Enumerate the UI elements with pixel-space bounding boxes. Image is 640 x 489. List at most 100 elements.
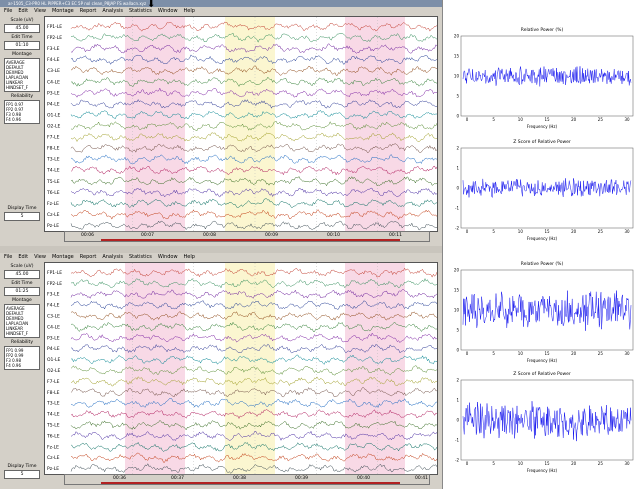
eeg-trace-plot[interactable]: FP1-LE FP2-LE F3-LE F4-LE C3-LE C4-LE P3-LE P4-… (44, 262, 438, 475)
display-time-field[interactable]: 5 (4, 212, 40, 221)
channel-label: F7-LE (47, 379, 60, 385)
menu-edit[interactable]: Edit (18, 8, 28, 14)
y-tick-label: -2 (455, 226, 459, 231)
display-time-label: Display Time (7, 206, 37, 211)
selection-marker (101, 239, 400, 241)
y-tick-label: 0 (456, 418, 459, 423)
x-tick-label: 15 (544, 351, 550, 356)
channel-label: C3-LE (47, 314, 60, 320)
channel-label: P3-LE (47, 335, 60, 341)
channel-label: T5-LE (46, 179, 60, 185)
menu-bar: File Edit View Montage Report Analysis S… (0, 253, 442, 261)
spectrum-xlabel: Frequency (Hz) (526, 468, 558, 473)
time-tick: 00:06 (81, 233, 94, 238)
montage-list[interactable]: AVERAGE DEFAULT DEXMED LAPLACIAN LINKEAR… (4, 58, 40, 92)
time-tick: 00:08 (203, 233, 216, 238)
x-tick-label: 5 (492, 461, 495, 466)
x-tick-label: 30 (624, 229, 630, 234)
x-tick-label: 20 (571, 461, 577, 466)
channel-label: P3-LE (47, 90, 60, 96)
control-panel: Scale (uV) 45.00 Edit Time 01:25 Montage… (0, 262, 44, 489)
scale-field[interactable]: 45.00 (4, 24, 40, 33)
y-tick-label: -1 (455, 206, 459, 211)
reliability-label: Reliability (11, 94, 33, 99)
time-tick: 00:10 (327, 233, 340, 238)
spectrum-xlabel: Frequency (Hz) (526, 124, 558, 129)
y-tick-label: 5 (456, 328, 459, 333)
channel-label: T6-LE (46, 433, 60, 439)
reliability-list[interactable]: FP1 0.97 FP2 0.97 F3 0.98 F4 0.96 (4, 100, 40, 124)
montage-label: Montage (12, 52, 32, 57)
x-tick-label: 10 (518, 461, 524, 466)
channel-label: C4-LE (47, 324, 60, 330)
x-tick-label: 25 (598, 117, 604, 122)
window-title-bar[interactable] (0, 246, 442, 253)
menu-view[interactable]: View (34, 8, 46, 14)
event-highlight (225, 17, 275, 231)
menu-file[interactable]: File (4, 8, 12, 14)
event-highlight (125, 17, 185, 231)
menu-analysis[interactable]: Analysis (102, 254, 123, 260)
y-tick-label: 5 (456, 94, 459, 99)
channel-label: T3-LE (46, 157, 60, 163)
channel-label: O2-LE (47, 368, 61, 374)
menu-montage[interactable]: Montage (52, 254, 74, 260)
time-tick: 00:41 (415, 476, 428, 481)
channel-label: FP2-LE (47, 35, 62, 41)
menu-report[interactable]: Report (80, 254, 97, 260)
menu-window[interactable]: Window (158, 8, 178, 14)
menu-montage[interactable]: Montage (52, 8, 74, 14)
reliability-list[interactable]: FP1 0.99 FP2 0.99 F3 0.98 F4 0.96 (4, 346, 40, 370)
montage-item[interactable]: HINDSET_F (6, 85, 38, 90)
time-scrollbar[interactable]: 00:06 00:07 00:08 00:09 00:10 00:11 (64, 231, 430, 242)
channel-label: Pz-LE (47, 466, 59, 472)
menu-help[interactable]: Help (184, 254, 195, 260)
x-tick-label: 10 (518, 229, 524, 234)
x-tick-label: 25 (598, 351, 604, 356)
channel-label: T3-LE (46, 401, 60, 407)
y-tick-label: 10 (454, 308, 460, 313)
menu-analysis[interactable]: Analysis (102, 8, 123, 14)
scale-field[interactable]: 45.00 (4, 270, 40, 279)
x-tick-label: 30 (624, 351, 630, 356)
spectrum-xlabel: Frequency (Hz) (526, 236, 558, 241)
x-tick-label: 25 (598, 461, 604, 466)
display-time-field[interactable]: 5 (4, 470, 40, 479)
x-tick-label: 15 (544, 461, 550, 466)
menu-help[interactable]: Help (184, 8, 195, 14)
x-tick-label: 20 (571, 117, 577, 122)
edit-time-field[interactable]: 01:10 (4, 41, 40, 50)
channel-label: FP1-LE (47, 24, 62, 30)
event-highlight (345, 17, 405, 231)
menu-edit[interactable]: Edit (18, 254, 28, 260)
montage-list[interactable]: AVERAGE DEFAULT DEXMED LAPLACIAN LINKEAR… (4, 304, 40, 338)
time-scrollbar[interactable]: 00:36 00:37 00:38 00:39 00:40 00:41 (64, 474, 430, 485)
menu-file[interactable]: File (4, 254, 12, 260)
time-tick: 00:39 (295, 476, 308, 481)
y-tick-label: -2 (455, 458, 459, 463)
x-tick-label: 0 (466, 229, 469, 234)
montage-item[interactable]: HINDSET_F (6, 331, 38, 336)
channel-label: FP2-LE (47, 281, 62, 287)
menu-statistics[interactable]: Statistics (129, 254, 152, 260)
x-tick-label: 5 (492, 229, 495, 234)
channel-label: F4-LE (47, 303, 60, 309)
x-tick-label: 30 (624, 117, 630, 122)
y-tick-label: 1 (456, 166, 459, 171)
time-tick: 00:07 (141, 233, 154, 238)
reliability-item: F4 0.96 (6, 117, 22, 122)
x-tick-label: 15 (544, 117, 550, 122)
edit-time-field[interactable]: 01:25 (4, 287, 40, 296)
channel-label: O1-LE (47, 357, 61, 363)
window-title-bar[interactable]: ar-1505_C3-PR0 HL PIPPER+C3 EC 5P nol cl… (0, 0, 442, 7)
time-tick: 00:11 (389, 233, 402, 238)
channel-label: F3-LE (47, 292, 60, 298)
scale-label: Scale (uV) (10, 264, 34, 269)
menu-report[interactable]: Report (80, 8, 97, 14)
channel-label: T5-LE (46, 422, 60, 428)
eeg-trace-plot[interactable]: FP1-LE FP2-LE F3-LE F4-LE C3-LE C4-LE P3-LE P4-… (44, 16, 438, 232)
menu-window[interactable]: Window (158, 254, 178, 260)
y-tick-label: -1 (455, 438, 459, 443)
menu-bar: File Edit View Montage Report Analysis S… (0, 7, 442, 15)
menu-view[interactable]: View (34, 254, 46, 260)
